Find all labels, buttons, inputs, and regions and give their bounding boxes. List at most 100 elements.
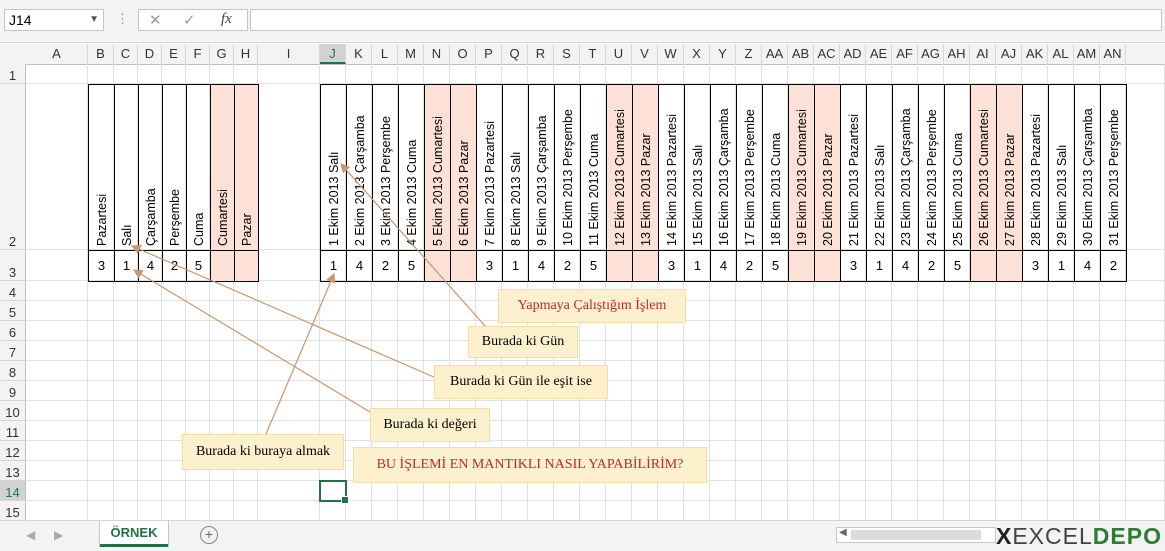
row-header-4[interactable]: 4 (0, 281, 26, 301)
value-cell-am[interactable]: 4 (1074, 250, 1101, 282)
header-cell-f[interactable]: Cuma (186, 84, 211, 251)
header-cell-b[interactable]: Pazartesi (88, 84, 115, 251)
value-cell-ad[interactable]: 3 (840, 250, 867, 282)
column-header-h[interactable]: H (234, 44, 258, 64)
value-cell-n[interactable] (424, 250, 451, 282)
column-header-e[interactable]: E (162, 44, 186, 64)
header-cell-aj[interactable]: 27 Ekim 2013 Pazar (996, 84, 1023, 251)
column-header-ad[interactable]: AD (840, 44, 866, 64)
row-header-8[interactable]: 8 (0, 361, 26, 381)
scroll-left-arrow-icon[interactable]: ◀ (839, 527, 847, 538)
active-cell[interactable] (319, 480, 349, 504)
value-cell-h[interactable] (234, 250, 259, 282)
value-cell-z[interactable]: 2 (736, 250, 763, 282)
column-header-m[interactable]: M (398, 44, 424, 64)
header-cell-ad[interactable]: 21 Ekim 2013 Pazartesi (840, 84, 867, 251)
horizontal-scrollbar[interactable]: ◀ (836, 527, 996, 543)
row-header-1[interactable]: 1 (0, 64, 26, 84)
header-cell-p[interactable]: 7 Ekim 2013 Pazartesi (476, 84, 503, 251)
column-header-aj[interactable]: AJ (996, 44, 1022, 64)
value-cell-y[interactable]: 4 (710, 250, 737, 282)
header-cell-z[interactable]: 17 Ekim 2013 Perşembe (736, 84, 763, 251)
column-header-y[interactable]: Y (710, 44, 736, 64)
column-header-r[interactable]: R (528, 44, 554, 64)
value-cell-an[interactable]: 2 (1100, 250, 1127, 282)
column-header-af[interactable]: AF (892, 44, 918, 64)
row-header-15[interactable]: 15 (0, 501, 26, 521)
header-cell-aa[interactable]: 18 Ekim 2013 Cuma (762, 84, 789, 251)
value-cell-u[interactable] (606, 250, 633, 282)
value-cell-ac[interactable] (814, 250, 841, 282)
value-cell-r[interactable]: 4 (528, 250, 555, 282)
cancel-icon[interactable]: ✕ (149, 11, 162, 29)
header-cell-t[interactable]: 11 Ekim 2013 Cuma (580, 84, 607, 251)
value-cell-c[interactable]: 1 (114, 250, 139, 282)
column-header-z[interactable]: Z (736, 44, 762, 64)
header-cell-v[interactable]: 13 Ekim 2013 Pazar (632, 84, 659, 251)
header-cell-c[interactable]: Salı (114, 84, 139, 251)
value-cell-b[interactable]: 3 (88, 250, 115, 282)
column-header-ag[interactable]: AG (918, 44, 944, 64)
column-header-ak[interactable]: AK (1022, 44, 1048, 64)
row-header-3[interactable]: 3 (0, 250, 26, 281)
more-options-icon[interactable]: ⋮ (116, 11, 129, 27)
value-cell-ak[interactable]: 3 (1022, 250, 1049, 282)
column-header-p[interactable]: P (476, 44, 502, 64)
column-header-n[interactable]: N (424, 44, 450, 64)
column-header-ab[interactable]: AB (788, 44, 814, 64)
header-cell-ah[interactable]: 25 Ekim 2013 Cuma (944, 84, 971, 251)
row-header-5[interactable]: 5 (0, 301, 26, 321)
column-header-al[interactable]: AL (1048, 44, 1074, 64)
header-cell-an[interactable]: 31 Ekim 2013 Perşembe (1100, 84, 1127, 251)
value-cell-s[interactable]: 2 (554, 250, 581, 282)
name-box[interactable]: J14 ▼ (4, 9, 104, 31)
column-header-w[interactable]: W (658, 44, 684, 64)
column-header-u[interactable]: U (606, 44, 632, 64)
row-header-9[interactable]: 9 (0, 381, 26, 401)
column-header-d[interactable]: D (138, 44, 162, 64)
row-header-13[interactable]: 13 (0, 461, 26, 481)
column-header-aa[interactable]: AA (762, 44, 788, 64)
header-cell-w[interactable]: 14 Ekim 2013 Pazartesi (658, 84, 685, 251)
value-cell-g[interactable] (210, 250, 235, 282)
column-header-b[interactable]: B (88, 44, 114, 64)
column-header-o[interactable]: O (450, 44, 476, 64)
value-cell-k[interactable]: 4 (346, 250, 373, 282)
row-header-12[interactable]: 12 (0, 441, 26, 461)
row-header-10[interactable]: 10 (0, 401, 26, 421)
header-cell-al[interactable]: 29 Ekim 2013 Salı (1048, 84, 1075, 251)
column-header-t[interactable]: T (580, 44, 606, 64)
header-cell-ac[interactable]: 20 Ekim 2013 Pazar (814, 84, 841, 251)
header-cell-y[interactable]: 16 Ekim 2013 Çarşamba (710, 84, 737, 251)
column-header-i[interactable]: I (258, 44, 320, 64)
value-cell-o[interactable] (450, 250, 477, 282)
column-header-v[interactable]: V (632, 44, 658, 64)
header-cell-n[interactable]: 5 Ekim 2013 Cumartesi (424, 84, 451, 251)
row-header-7[interactable]: 7 (0, 341, 26, 361)
add-sheet-icon[interactable]: + (200, 526, 218, 544)
column-header-q[interactable]: Q (502, 44, 528, 64)
value-cell-d[interactable]: 4 (138, 250, 163, 282)
value-cell-aj[interactable] (996, 250, 1023, 282)
column-header-am[interactable]: AM (1074, 44, 1100, 64)
header-cell-l[interactable]: 3 Ekim 2013 Perşembe (372, 84, 399, 251)
scroll-right-icon[interactable]: ▶ (54, 528, 63, 542)
column-header-l[interactable]: L (372, 44, 398, 64)
header-cell-h[interactable]: Pazar (234, 84, 259, 251)
value-cell-p[interactable]: 3 (476, 250, 503, 282)
column-header-ae[interactable]: AE (866, 44, 892, 64)
column-header-s[interactable]: S (554, 44, 580, 64)
value-cell-w[interactable]: 3 (658, 250, 685, 282)
column-header-an[interactable]: AN (1100, 44, 1126, 64)
header-cell-ak[interactable]: 28 Ekim 2013 Pazartesi (1022, 84, 1049, 251)
row-header-14[interactable]: 14 (0, 481, 26, 501)
header-cell-d[interactable]: Çarşamba (138, 84, 163, 251)
sheet-tab-ornek[interactable]: ÖRNEK (100, 521, 168, 547)
header-cell-ae[interactable]: 22 Ekim 2013 Salı (866, 84, 893, 251)
row-header-11[interactable]: 11 (0, 421, 26, 441)
header-cell-j[interactable]: 1 Ekim 2013 Salı (320, 84, 347, 251)
row-header-2[interactable]: 2 (0, 84, 26, 250)
header-cell-ag[interactable]: 24 Ekim 2013 Perşembe (918, 84, 945, 251)
column-header-ah[interactable]: AH (944, 44, 970, 64)
column-header-f[interactable]: F (186, 44, 210, 64)
